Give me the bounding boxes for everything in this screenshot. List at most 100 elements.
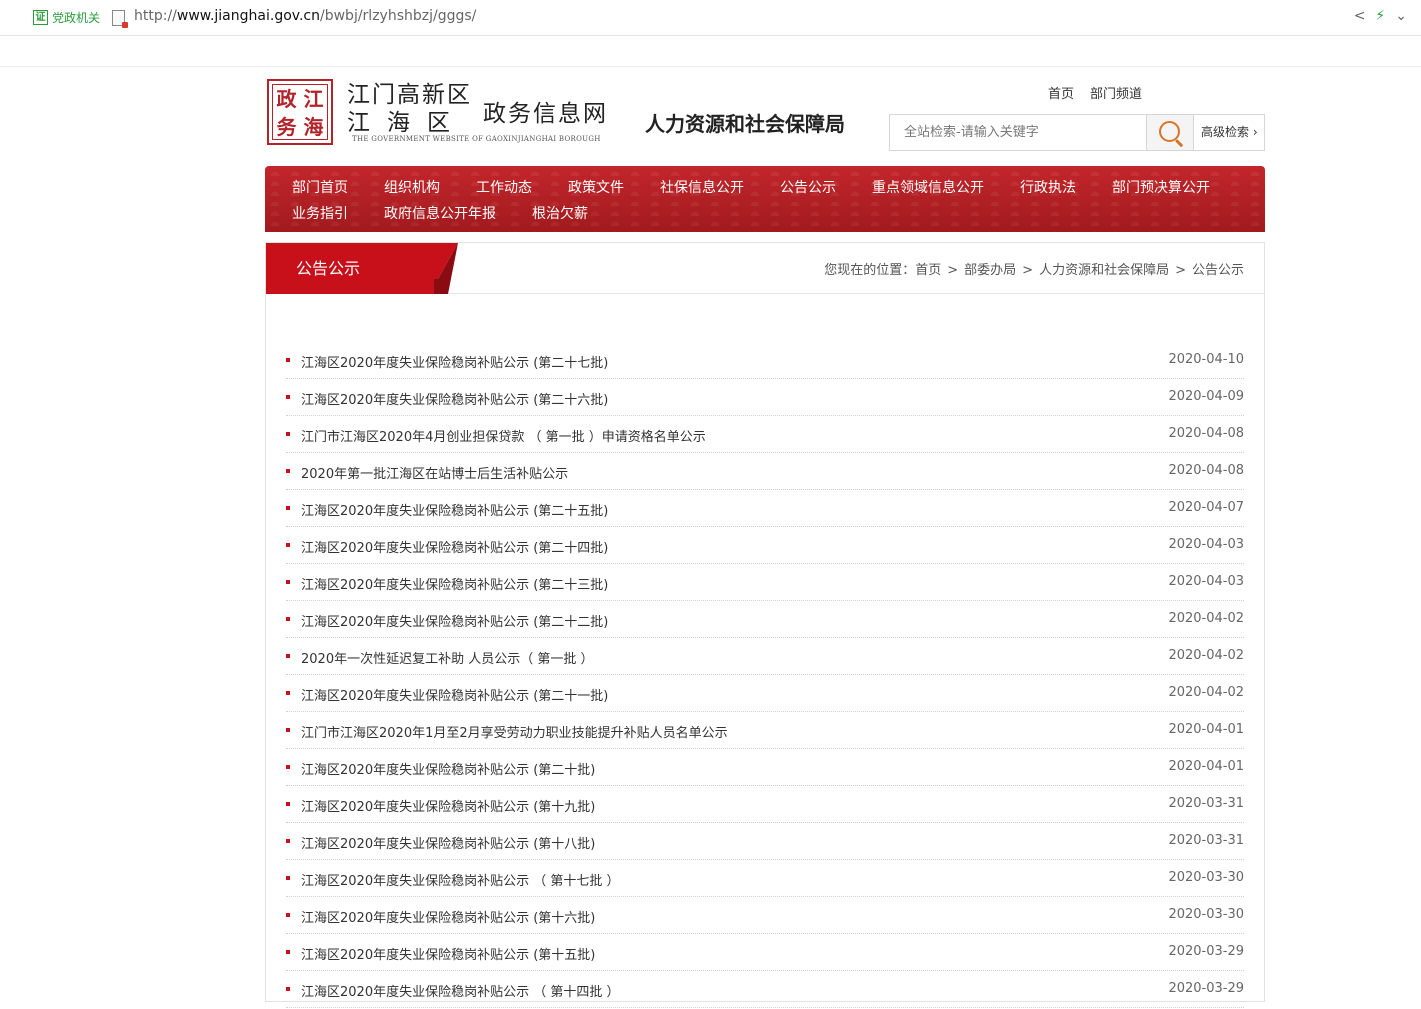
nav-law-enforcement[interactable]: 行政执法: [1020, 177, 1076, 197]
notice-title-link[interactable]: 江海区2020年度失业保险稳岗补贴公示 （ 第十七批 ）: [301, 870, 619, 889]
main-nav: 部门首页 组织机构 工作动态 政策文件 社保信息公开 公告公示 重点领域信息公开…: [265, 166, 1265, 232]
list-item: 江海区2020年度失业保险稳岗补贴公示 (第二十一批) 2020-04-02: [286, 676, 1244, 712]
content-panel: 公告公示 您现在的位置：首页 > 部委办局 > 人力资源和社会保障局 > 公告公示 江海区2…: [265, 242, 1265, 1008]
breadcrumb-sep: >: [1175, 263, 1186, 278]
list-item: 江海区2020年度失业保险稳岗补贴公示 (第二十批) 2020-04-01: [286, 750, 1244, 786]
notice-title-link[interactable]: 江海区2020年度失业保险稳岗补贴公示 (第二十七批): [301, 352, 608, 371]
notice-title-link[interactable]: 江海区2020年度失业保险稳岗补贴公示 (第二十四批): [301, 537, 608, 556]
notice-date: 2020-03-30: [1168, 870, 1244, 885]
notice-title-link[interactable]: 江海区2020年度失业保险稳岗补贴公示 (第二十一批): [301, 685, 608, 704]
url-prefix: http://: [134, 8, 177, 24]
notice-title-link[interactable]: 江海区2020年度失业保险稳岗补贴公示 (第十九批): [301, 796, 595, 815]
site-search: 高级检索 ›: [889, 114, 1265, 151]
top-links: 首页 部门频道: [1048, 83, 1142, 102]
cert-label: 党政机关: [52, 11, 101, 25]
home-link[interactable]: 首页: [1048, 83, 1074, 102]
logo-english: THE GOVERNMENT WEBSITE OF GAOXINJIANGHAI…: [352, 135, 601, 143]
search-button[interactable]: [1146, 115, 1194, 150]
notice-date: 2020-03-31: [1168, 796, 1244, 811]
notice-title-link[interactable]: 江海区2020年度失业保险稳岗补贴公示 (第二十六批): [301, 389, 608, 408]
notice-date: 2020-04-02: [1168, 648, 1244, 663]
nav-announcements[interactable]: 公告公示: [780, 177, 836, 197]
logo-line1: 江门高新区: [347, 82, 472, 108]
list-item: 2020年第一批江海区在站博士后生活补贴公示 2020-04-08: [286, 454, 1244, 490]
list-item: 江海区2020年度失业保险稳岗补贴公示 (第十八批) 2020-03-31: [286, 824, 1244, 860]
lightning-icon[interactable]: ⚡: [1375, 8, 1385, 24]
breadcrumb-hr-bureau[interactable]: 人力资源和社会保障局: [1039, 263, 1169, 278]
url-path: /bwbj/rlzyhshbzj/gggs/: [320, 8, 477, 24]
notice-title-link[interactable]: 江海区2020年度失业保险稳岗补贴公示 (第二十批): [301, 759, 595, 778]
site-logo-seal[interactable]: 政 江 务 海: [267, 79, 333, 145]
notice-title-link[interactable]: 江海区2020年度失业保险稳岗补贴公示 (第二十二批): [301, 611, 608, 630]
breadcrumb-current[interactable]: 公告公示: [1192, 263, 1244, 278]
list-item: 江海区2020年度失业保险稳岗补贴公示 (第二十三批) 2020-04-03: [286, 565, 1244, 601]
list-item: 江海区2020年度失业保险稳岗补贴公示 (第二十四批) 2020-04-03: [286, 528, 1244, 564]
cert-icon: 证: [33, 10, 48, 25]
nav-social-security-info[interactable]: 社保信息公开: [660, 177, 744, 197]
notice-title-link[interactable]: 江海区2020年度失业保险稳岗补贴公示 (第二十三批): [301, 574, 608, 593]
notice-title-link[interactable]: 江海区2020年度失业保险稳岗补贴公示 (第二十五批): [301, 500, 608, 519]
list-item: 江海区2020年度失业保险稳岗补贴公示 （ 第十四批 ） 2020-03-29: [286, 972, 1244, 1008]
notice-title-link[interactable]: 江海区2020年度失业保险稳岗补贴公示 (第十八批): [301, 833, 595, 852]
list-item: 江海区2020年度失业保险稳岗补贴公示 （ 第十七批 ） 2020-03-30: [286, 861, 1244, 897]
page-warning-icon[interactable]: [112, 10, 128, 28]
notice-title-link[interactable]: 江海区2020年度失业保险稳岗补贴公示 (第十五批): [301, 944, 595, 963]
breadcrumb-ministries[interactable]: 部委办局: [964, 263, 1016, 278]
breadcrumb-home[interactable]: 首页: [915, 263, 941, 278]
section-header: 公告公示 您现在的位置：首页 > 部委办局 > 人力资源和社会保障局 > 公告公示: [266, 243, 1264, 294]
notice-date: 2020-04-10: [1168, 352, 1244, 367]
logo-line2: 江海区: [347, 110, 467, 136]
notice-date: 2020-04-02: [1168, 611, 1244, 626]
notice-date: 2020-04-08: [1168, 426, 1244, 441]
notice-date: 2020-04-03: [1168, 574, 1244, 589]
notice-title-link[interactable]: 江门市江海区2020年1月至2月享受劳动力职业技能提升补贴人员名单公示: [301, 722, 728, 741]
notice-date: 2020-04-07: [1168, 500, 1244, 515]
chevron-down-icon[interactable]: ⌄: [1395, 8, 1407, 24]
section-tab[interactable]: 公告公示: [266, 243, 438, 294]
notice-date: 2020-03-30: [1168, 907, 1244, 922]
nav-key-areas[interactable]: 重点领域信息公开: [872, 177, 984, 197]
list-item: 江门市江海区2020年4月创业担保贷款 （ 第一批 ）申请资格名单公示 2020-…: [286, 417, 1244, 453]
tab-corner-shape: [434, 243, 458, 294]
notice-title-link[interactable]: 2020年第一批江海区在站博士后生活补贴公示: [301, 463, 568, 482]
nav-wage-arrears[interactable]: 根治欠薪: [532, 203, 588, 223]
seal-char: 务: [276, 115, 297, 139]
notice-date: 2020-03-29: [1168, 944, 1244, 959]
share-icon[interactable]: <: [1354, 8, 1366, 24]
breadcrumb-label: 您现在的位置：: [824, 263, 916, 278]
url-field[interactable]: http://www.jianghai.gov.cn/bwbj/rlzyhshb…: [134, 8, 476, 24]
notice-date: 2020-04-01: [1168, 722, 1244, 737]
list-item: 江海区2020年度失业保险稳岗补贴公示 (第二十六批) 2020-04-09: [286, 380, 1244, 416]
url-host: www.jianghai.gov.cn: [176, 8, 320, 24]
seal-char: 海: [303, 115, 324, 139]
seal-char: 江: [303, 87, 324, 111]
nav-organization[interactable]: 组织机构: [384, 177, 440, 197]
notice-title-link[interactable]: 江海区2020年度失业保险稳岗补贴公示 (第十六批): [301, 907, 595, 926]
page-top-strip: [0, 36, 1421, 67]
seal-char: 政: [276, 87, 297, 111]
nav-budget[interactable]: 部门预决算公开: [1112, 177, 1210, 197]
notice-title-link[interactable]: 江门市江海区2020年4月创业担保贷款 （ 第一批 ）申请资格名单公示: [301, 426, 706, 445]
nav-dept-home[interactable]: 部门首页: [292, 177, 348, 197]
nav-policy-docs[interactable]: 政策文件: [568, 177, 624, 197]
toolbar-icons: < ⚡ ⌄: [1354, 8, 1407, 24]
browser-address-bar: 证 党政机关 http://www.jianghai.gov.cn/bwbj/r…: [0, 0, 1421, 36]
cert-badge[interactable]: 证 党政机关: [33, 9, 100, 26]
notice-date: 2020-04-03: [1168, 537, 1244, 552]
list-item: 江海区2020年度失业保险稳岗补贴公示 (第二十二批) 2020-04-02: [286, 602, 1244, 638]
nav-business-guide[interactable]: 业务指引: [292, 203, 348, 223]
search-icon: [1159, 121, 1180, 142]
nav-work-news[interactable]: 工作动态: [476, 177, 532, 197]
breadcrumb-sep: >: [1022, 263, 1034, 278]
advanced-search-link[interactable]: 高级检索 ›: [1201, 115, 1258, 150]
advanced-search-label: 高级检索: [1201, 125, 1250, 139]
notice-date: 2020-04-02: [1168, 685, 1244, 700]
site-logo-text[interactable]: 江门高新区 江海区: [347, 81, 472, 137]
notice-title-link[interactable]: 江海区2020年度失业保险稳岗补贴公示 （ 第十四批 ）: [301, 981, 619, 1000]
list-item: 江门市江海区2020年1月至2月享受劳动力职业技能提升补贴人员名单公示 2020-…: [286, 713, 1244, 749]
notice-title-link[interactable]: 2020年一次性延迟复工补助 人员公示（ 第一批 ）: [301, 648, 593, 667]
department-channel-link[interactable]: 部门频道: [1090, 83, 1142, 102]
search-input[interactable]: [890, 115, 1173, 150]
nav-annual-report[interactable]: 政府信息公开年报: [384, 203, 496, 223]
breadcrumb: 您现在的位置：首页 > 部委办局 > 人力资源和社会保障局 > 公告公示: [824, 259, 1244, 278]
